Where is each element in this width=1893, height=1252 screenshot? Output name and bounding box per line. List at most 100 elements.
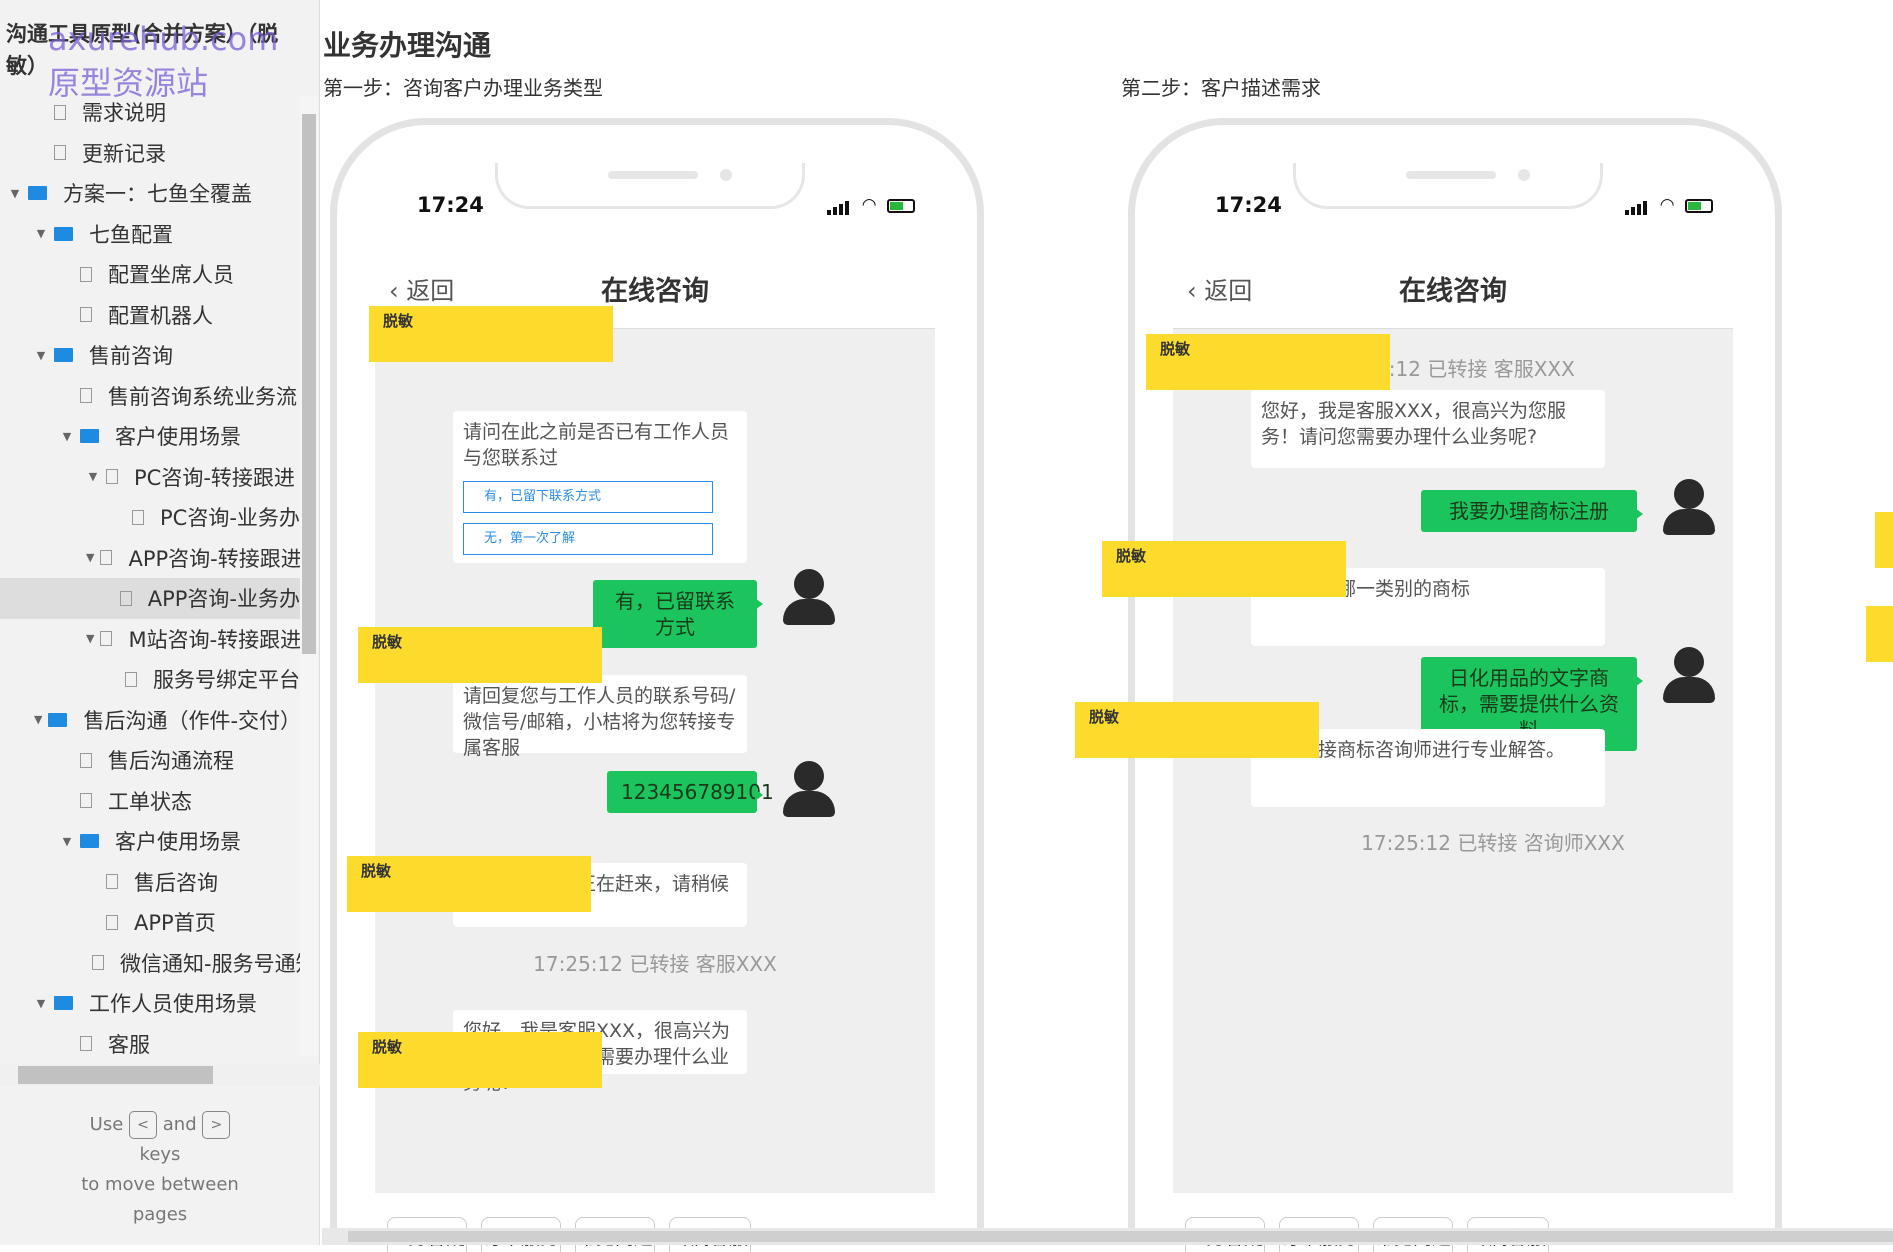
chat-navbar: ‹ 返回 在线咨询	[1173, 243, 1733, 329]
sitemap-item[interactable]: ▼ PC咨询-转接跟进	[0, 457, 300, 498]
page-icon	[106, 469, 118, 485]
expand-arrow-icon[interactable]: ▼	[34, 713, 42, 726]
sitemap-item[interactable]: 配置机器人	[0, 295, 300, 336]
sitemap-item[interactable]: ▼ 客户使用场景	[0, 821, 300, 862]
page-icon	[80, 752, 92, 768]
sitemap-item-label: 售后沟通流程	[108, 749, 234, 774]
sitemap-item[interactable]: APP咨询-业务办	[0, 578, 300, 619]
redaction-block: 脱敏	[1146, 334, 1390, 390]
sitemap-item[interactable]: 工单状态	[0, 781, 300, 822]
step-1-label: 第一步：咨询客户办理业务类型	[323, 76, 603, 100]
signal-icon	[827, 210, 832, 215]
agent-message: 请回复您与工作人员的联系号码/微信号/邮箱，小桔将为您转接专属客服	[453, 675, 747, 759]
folder-icon	[48, 712, 68, 727]
status-time: 17:24	[417, 193, 484, 217]
expand-arrow-icon[interactable]: ▼	[86, 470, 100, 483]
expand-arrow-icon[interactable]: ▼	[34, 227, 48, 240]
signal-icon	[1625, 210, 1630, 215]
sitemap-item-label: 需求说明	[82, 101, 166, 126]
sitemap-item-label: 售前咨询系统业务流	[108, 384, 297, 409]
sitemap-item[interactable]: APP首页	[0, 902, 300, 943]
page-icon	[100, 550, 113, 566]
status-icons: ◠	[827, 195, 915, 215]
scrollbar-thumb[interactable]	[348, 1231, 1893, 1242]
folder-icon	[54, 226, 73, 241]
sitemap-item[interactable]: 售前咨询系统业务流	[0, 376, 300, 417]
system-transfer-notice: 17:25:12 已转接 咨询师XXX	[1361, 831, 1625, 855]
left-key-icon: <	[129, 1111, 158, 1139]
sitemap-item-label: 配置坐席人员	[108, 263, 234, 288]
expand-arrow-icon[interactable]: ▼	[60, 835, 74, 848]
sitemap-item[interactable]: ▼ APP咨询-转接跟进	[0, 538, 300, 579]
wifi-icon: ◠	[1659, 195, 1675, 215]
page-icon	[80, 1036, 92, 1052]
step-2-label: 第二步：客户描述需求	[1121, 76, 1321, 100]
page-icon	[106, 914, 118, 930]
status-icons: ◠	[1625, 195, 1713, 215]
phone-mockup-2: 17:24 ◠ ‹ 返回 在线咨询 17:25:12 已转接 客服XXX 您好，…	[1128, 118, 1782, 1252]
expand-arrow-icon[interactable]: ▼	[60, 430, 74, 443]
sitemap-item-label: 售前咨询	[89, 344, 173, 369]
folder-icon	[54, 996, 73, 1011]
sidebar-vertical-scrollbar[interactable]	[300, 96, 318, 1056]
page-icon	[80, 266, 92, 282]
user-message: 我要办理商标注册	[1421, 490, 1643, 532]
sitemap-item[interactable]: 配置坐席人员	[0, 254, 300, 295]
scrollbar-thumb[interactable]	[302, 114, 316, 654]
expand-arrow-icon[interactable]: ▼	[86, 551, 94, 564]
expand-arrow-icon[interactable]: ▼	[86, 632, 94, 645]
sitemap-item[interactable]: 更新记录	[0, 133, 300, 174]
user-avatar	[1663, 479, 1715, 535]
chat-title: 在线咨询	[601, 276, 709, 307]
wifi-icon: ◠	[861, 195, 877, 215]
sitemap-item[interactable]: 服务号绑定平台	[0, 659, 300, 700]
folder-icon	[54, 348, 73, 363]
sitemap-item-label: APP咨询-转接跟进	[128, 546, 300, 571]
expand-arrow-icon[interactable]: ▼	[34, 997, 48, 1010]
keyboard-hint: Use < and > keys to move between pages	[70, 1110, 250, 1230]
folder-icon	[80, 429, 99, 444]
agent-message: 您好，我是客服XXX，很高兴为您服务！请问您需要办理什么业务呢?	[1251, 390, 1605, 468]
sidebar-horizontal-scrollbar[interactable]	[0, 1064, 320, 1086]
page-icon	[80, 793, 92, 809]
option-has-contact-button[interactable]: 有，已留下联系方式	[463, 481, 713, 513]
sitemap-item-label: 售后咨询	[134, 870, 218, 895]
scrollbar-thumb[interactable]	[18, 1066, 213, 1084]
expand-arrow-icon[interactable]: ▼	[34, 349, 48, 362]
redaction-block: 脱敏	[1075, 702, 1319, 758]
page-icon	[80, 388, 92, 404]
folder-icon	[28, 186, 47, 201]
sitemap-item[interactable]: ▼ 七鱼配置	[0, 214, 300, 255]
sitemap-item[interactable]: ▼ 售后沟通（作件-交付）	[0, 700, 300, 741]
status-bar: 17:24 ◠	[1173, 163, 1733, 243]
sitemap-item-label: 更新记录	[82, 141, 166, 166]
sitemap-item[interactable]: 客服	[0, 1024, 300, 1065]
sitemap-item-label: M站咨询-转接跟进	[128, 627, 300, 652]
sitemap-item[interactable]: PC咨询-业务办	[0, 497, 300, 538]
sitemap-item-label: PC咨询-业务办	[160, 506, 300, 531]
sitemap-item[interactable]: 微信通知-服务号通知	[0, 943, 300, 984]
phone-notch	[1293, 163, 1603, 209]
sitemap-item[interactable]: 需求说明	[0, 92, 300, 133]
main-horizontal-scrollbar[interactable]	[322, 1228, 1893, 1245]
sitemap-item[interactable]: ▼ 客户使用场景	[0, 416, 300, 457]
sitemap-item-label: 微信通知-服务号通知	[120, 951, 300, 976]
sitemap-item-label: 客户使用场景	[115, 425, 241, 450]
expand-arrow-icon[interactable]: ▼	[8, 187, 22, 200]
page-icon	[100, 631, 113, 647]
sitemap-sidebar: 沟通工具原型(合并方案）（脱敏） axurehub.com 原型资源站 需求说明…	[0, 0, 320, 1245]
sitemap-item[interactable]: ▼ 售前咨询	[0, 335, 300, 376]
redaction-block: 脱敏	[358, 627, 602, 683]
sitemap-item[interactable]: ▼ 工作人员使用场景	[0, 983, 300, 1024]
battery-icon	[887, 199, 915, 213]
sitemap-item[interactable]: ▼ 方案一：七鱼全覆盖	[0, 173, 300, 214]
page-icon	[92, 955, 104, 971]
system-transfer-notice: 17:25:12 已转接 客服XXX	[533, 952, 777, 976]
sitemap-item[interactable]: 售后沟通流程	[0, 740, 300, 781]
sitemap-item-label: 配置机器人	[108, 303, 213, 328]
battery-icon	[1685, 199, 1713, 213]
sitemap-item[interactable]: ▼ M站咨询-转接跟进	[0, 619, 300, 660]
sitemap-item[interactable]: 售后咨询	[0, 862, 300, 903]
sitemap-item-label: 七鱼配置	[89, 222, 173, 247]
option-first-time-button[interactable]: 无，第一次了解	[463, 523, 713, 555]
